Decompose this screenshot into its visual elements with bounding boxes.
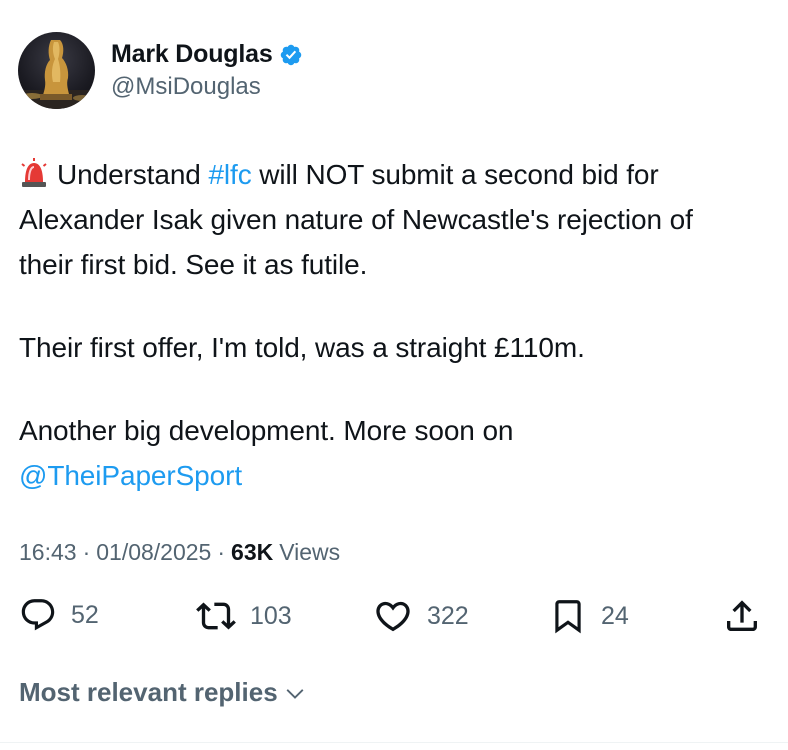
like-button[interactable]: 322	[373, 596, 469, 636]
divider	[0, 742, 788, 743]
display-name[interactable]: Mark Douglas	[111, 40, 273, 69]
heart-icon	[376, 601, 410, 632]
repost-icon	[196, 602, 236, 630]
bookmark-button[interactable]: 24	[549, 596, 629, 636]
hashtag-lfc-link[interactable]: #lfc	[208, 159, 251, 190]
meta-separator-2: ·	[217, 539, 226, 565]
bookmark-count: 24	[601, 601, 629, 630]
repost-count: 103	[250, 601, 292, 630]
mention-link[interactable]: @TheiPaperSport	[19, 460, 242, 491]
paragraph-1: Understand #lfc will NOT submit a second…	[19, 152, 769, 287]
tweet-meta: 16:43 · 01/08/2025 · 63K Views	[19, 539, 340, 566]
paragraph-2: Their first offer, I'm told, was a strai…	[19, 332, 585, 363]
action-bar: 52 103 322 24	[0, 596, 788, 646]
chevron-down-icon	[286, 688, 304, 699]
share-button[interactable]	[722, 596, 762, 636]
repost-button[interactable]: 103	[196, 596, 292, 636]
bookmark-icon	[555, 600, 581, 634]
paragraph-3: Another big development. More soon on @T…	[19, 408, 769, 498]
reply-icon	[21, 599, 55, 631]
author-names: Mark Douglas @MsiDouglas	[111, 40, 303, 101]
p1-line1-rest: will NOT submit a second bid for	[251, 159, 659, 190]
share-icon	[727, 600, 757, 631]
p1-line3: their first bid. See it as futile.	[19, 249, 368, 280]
tweet-time[interactable]: 16:43	[19, 539, 77, 566]
author-handle[interactable]: @MsiDouglas	[111, 73, 303, 101]
p1-line2: Alexander Isak given nature of Newcastle…	[19, 204, 693, 235]
replies-sort-label: Most relevant replies	[19, 677, 278, 707]
reply-button[interactable]: 52	[19, 596, 99, 634]
views-label: Views	[279, 539, 341, 565]
views-count: 63K	[231, 539, 274, 565]
replies-sort-toggle[interactable]: Most relevant replies	[19, 677, 306, 708]
tweet-text: Understand #lfc will NOT submit a second…	[19, 152, 769, 498]
avatar[interactable]	[18, 32, 95, 109]
meta-separator: ·	[82, 539, 91, 565]
name-row: Mark Douglas	[111, 40, 303, 69]
tweet-card: Mark Douglas @MsiDouglas Understand #lfc…	[0, 0, 788, 750]
tweet-date[interactable]: 01/08/2025	[96, 539, 211, 566]
tweet-header: Mark Douglas @MsiDouglas	[18, 32, 303, 109]
statue-avatar-icon	[18, 40, 95, 109]
like-count: 322	[427, 601, 469, 630]
reply-count: 52	[71, 600, 99, 629]
police-siren-emoji-icon	[21, 158, 47, 187]
p3-line1: Another big development. More soon on	[19, 415, 514, 446]
verified-badge-icon	[279, 43, 303, 67]
p1-text-start: Understand	[57, 159, 209, 190]
